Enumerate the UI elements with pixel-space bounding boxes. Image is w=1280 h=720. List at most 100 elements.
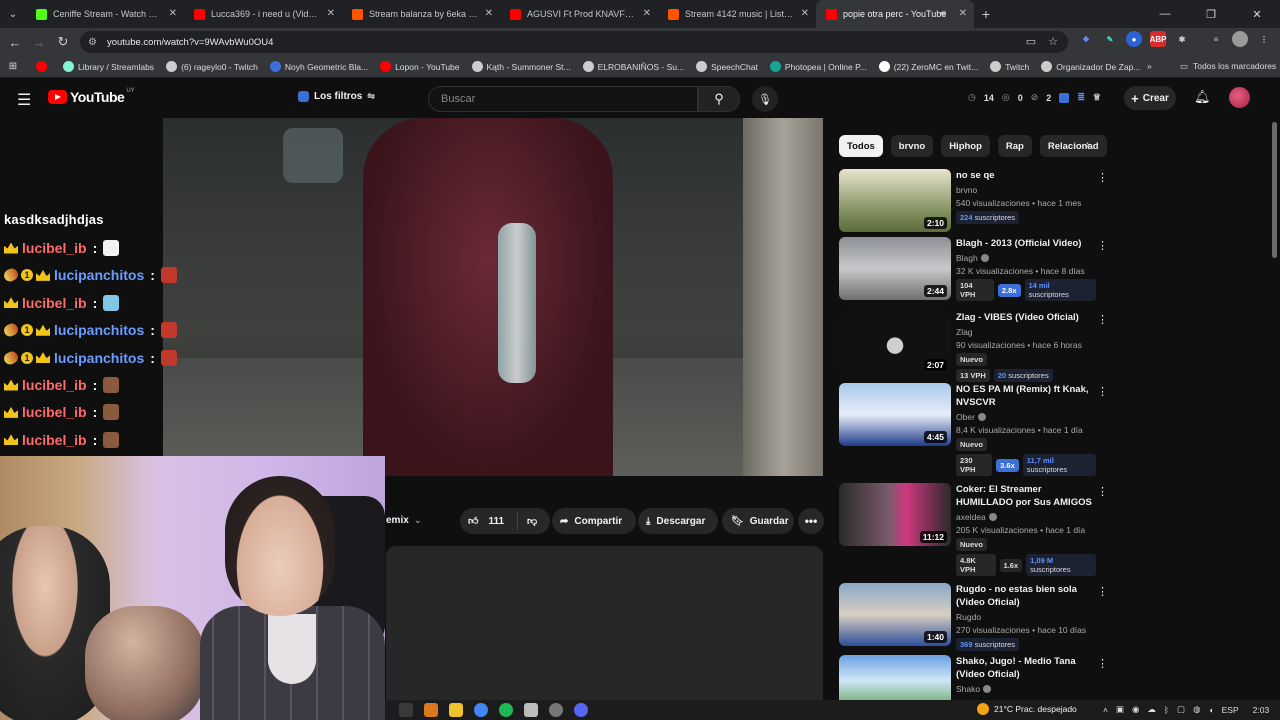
apps-icon[interactable]: ⊞ <box>0 61 26 72</box>
bookmark-item[interactable] <box>36 61 51 72</box>
channel-name[interactable]: Shako <box>956 684 1096 694</box>
reload-icon[interactable]: ↻ <box>51 34 75 50</box>
more-options-icon[interactable]: ⋮ <box>1097 313 1108 326</box>
bookmark-item[interactable]: Lopon - YouTube <box>380 61 460 72</box>
address-bar[interactable]: ⚙ youtube.com/watch?v=9WAvbWu0OU4 ▭ ☆ <box>80 31 1068 53</box>
video-thumbnail[interactable]: 2:10 <box>839 169 951 232</box>
tray-icon[interactable]: ▢ <box>1177 704 1185 715</box>
tray-icon[interactable]: ◉ <box>1132 704 1139 715</box>
back-icon[interactable]: ← <box>3 35 27 50</box>
filters-button[interactable]: Los filtros ⇋ <box>298 91 375 102</box>
video-title[interactable]: Shako, Jugo! - Medio Tana (Video Oficial… <box>956 655 1096 681</box>
bookmark-item[interactable]: (22) ZeroMC en Twit... <box>878 61 978 72</box>
chevron-right-icon[interactable]: › <box>1086 139 1090 151</box>
bookmark-item[interactable]: SpeechChat <box>696 61 758 72</box>
browser-tab[interactable]: AGUSVI Ft Prod KNAVF - PAUSE ✕ <box>500 0 658 28</box>
channel-name-fragment[interactable]: emix <box>386 515 409 526</box>
more-options-icon[interactable]: ⋮ <box>1097 171 1108 184</box>
extension-icon[interactable]: ● <box>1126 31 1142 47</box>
cast-icon[interactable]: ▭ <box>1026 35 1036 48</box>
video-thumbnail[interactable]: 2:44 <box>839 237 951 300</box>
bluetooth-icon[interactable]: ᛒ <box>1164 705 1169 715</box>
close-tab-icon[interactable]: ✕ <box>959 8 967 19</box>
channel-name[interactable]: Blagh <box>956 253 1096 263</box>
more-bookmarks-icon[interactable]: » <box>1147 61 1152 71</box>
bookmark-item[interactable]: Organizador De Zap... <box>1041 61 1140 72</box>
site-info-icon[interactable]: ⚙ <box>88 37 97 48</box>
weather-widget[interactable]: 21°C Prac. despejado <box>977 703 1077 715</box>
filter-chip[interactable]: Relacionad <box>1039 135 1107 157</box>
video-title[interactable]: Blagh - 2013 (Official Video) <box>956 237 1096 250</box>
close-tab-icon[interactable]: ✕ <box>801 8 809 19</box>
trophy-icon[interactable]: ♕ <box>1093 92 1101 103</box>
download-button[interactable]: ⤓ Descargar <box>638 508 718 534</box>
channel-name[interactable]: Zlag <box>956 327 1096 337</box>
network-icon[interactable]: ◍ <box>1193 704 1200 715</box>
page-scrollbar[interactable] <box>1272 122 1277 258</box>
channel-name[interactable]: axeldea <box>956 512 1096 522</box>
clock-time[interactable]: 2:03 <box>1253 705 1270 715</box>
close-tab-icon[interactable]: ✕ <box>327 8 335 19</box>
reading-list-icon[interactable]: ≡ <box>1208 31 1224 47</box>
restore-icon[interactable]: ❐ <box>1188 0 1234 28</box>
close-tab-icon[interactable]: ✕ <box>643 8 651 19</box>
save-button[interactable]: 🔖︎ Guardar <box>722 508 794 534</box>
chrome-icon[interactable] <box>474 703 488 717</box>
video-title[interactable]: NO ES PA MI (Remix) ft Knak, NVSCVR <box>956 383 1096 409</box>
video-thumbnail[interactable]: 1:40 <box>839 583 951 646</box>
bookmark-item[interactable]: Photopea | Online P... <box>769 61 867 72</box>
obs-icon[interactable] <box>549 703 563 717</box>
video-title[interactable]: Coker: El Streamer HUMILLADO por Sus AMI… <box>956 483 1096 509</box>
voice-search-button[interactable]: 🎙 <box>752 86 778 112</box>
tray-icon[interactable]: ▣ <box>1116 704 1124 715</box>
adblock-icon[interactable]: ABP <box>1150 31 1166 47</box>
dislike-button[interactable]: 👎︎ <box>518 515 537 527</box>
all-bookmarks[interactable]: ▭ Todos los marcadores <box>1180 61 1276 72</box>
video-title[interactable]: Rugdo - no estas bien sola (Video Oficia… <box>956 583 1096 609</box>
browser-tab[interactable]: Ceniffe Stream - Watch Live on K ✕ <box>26 0 184 28</box>
spotify-icon[interactable] <box>499 703 513 717</box>
more-options-icon[interactable]: ⋮ <box>1097 485 1108 498</box>
filter-chip[interactable]: Rap <box>997 135 1032 157</box>
bookmark-star-icon[interactable]: ☆ <box>1048 35 1058 48</box>
filter-chip[interactable]: Todos <box>839 135 883 157</box>
video-thumbnail[interactable]: 11:12 <box>839 483 951 546</box>
filter-chip[interactable]: brvno <box>890 135 934 157</box>
hamburger-menu-icon[interactable]: ☰ <box>17 90 31 110</box>
video-title[interactable]: Zlag - VIBES (Video Oficial) <box>956 311 1096 324</box>
forward-icon[interactable]: → <box>27 35 51 50</box>
bookmark-item[interactable]: (6) rageylo0 - Twitch <box>166 61 258 72</box>
chevron-down-icon[interactable]: ⌄ <box>414 515 422 526</box>
account-avatar[interactable] <box>1229 87 1250 108</box>
new-tab-button[interactable]: + <box>974 6 998 22</box>
more-options-icon[interactable]: ⋮ <box>1097 239 1108 252</box>
file-explorer-icon[interactable] <box>449 703 463 717</box>
video-title[interactable]: no se qe <box>956 169 1096 182</box>
more-options-icon[interactable]: ⋮ <box>1097 385 1108 398</box>
close-window-icon[interactable]: ✕ <box>1234 0 1280 28</box>
more-actions-button[interactable]: ••• <box>798 508 824 534</box>
speaker-icon[interactable]: 🔊︎ <box>940 8 946 19</box>
close-tab-icon[interactable]: ✕ <box>169 8 177 19</box>
volume-icon[interactable]: ◖ <box>1208 705 1213 715</box>
extension-icon[interactable] <box>1059 92 1070 103</box>
more-options-icon[interactable]: ⋮ <box>1097 585 1108 598</box>
search-input[interactable]: Buscar <box>428 86 698 112</box>
language-indicator[interactable]: ESP <box>1222 705 1239 715</box>
notifications-bell-icon[interactable]: 🔔︎ <box>1194 89 1211 105</box>
tab-search-icon[interactable]: ⌄ <box>0 0 26 28</box>
app-icon[interactable] <box>424 703 438 717</box>
close-tab-icon[interactable]: ✕ <box>485 8 493 19</box>
channel-name[interactable]: Ober <box>956 412 1096 422</box>
browser-tab[interactable]: Stream balanza by 6eka | Listen ✕ <box>342 0 500 28</box>
browser-tab[interactable]: Lucca369 - i need u (Video Ofic ✕ <box>184 0 342 28</box>
filter-chip[interactable]: Hiphop <box>941 135 990 157</box>
browser-tab[interactable]: popie otra perc - YouTube 🔊︎ ✕ <box>816 0 974 28</box>
browser-tab[interactable]: Stream 4142 music | Listen to so ✕ <box>658 0 816 28</box>
search-button[interactable]: ⚲ <box>698 86 740 112</box>
description-box[interactable] <box>386 546 823 720</box>
bookmark-item[interactable]: Library / Streamlabs <box>63 61 154 72</box>
channel-name[interactable]: Rugdo <box>956 612 1096 622</box>
video-thumbnail[interactable]: 2:07 <box>839 311 951 374</box>
bookmark-item[interactable]: ELROBANIÑOS - Su... <box>582 61 684 72</box>
